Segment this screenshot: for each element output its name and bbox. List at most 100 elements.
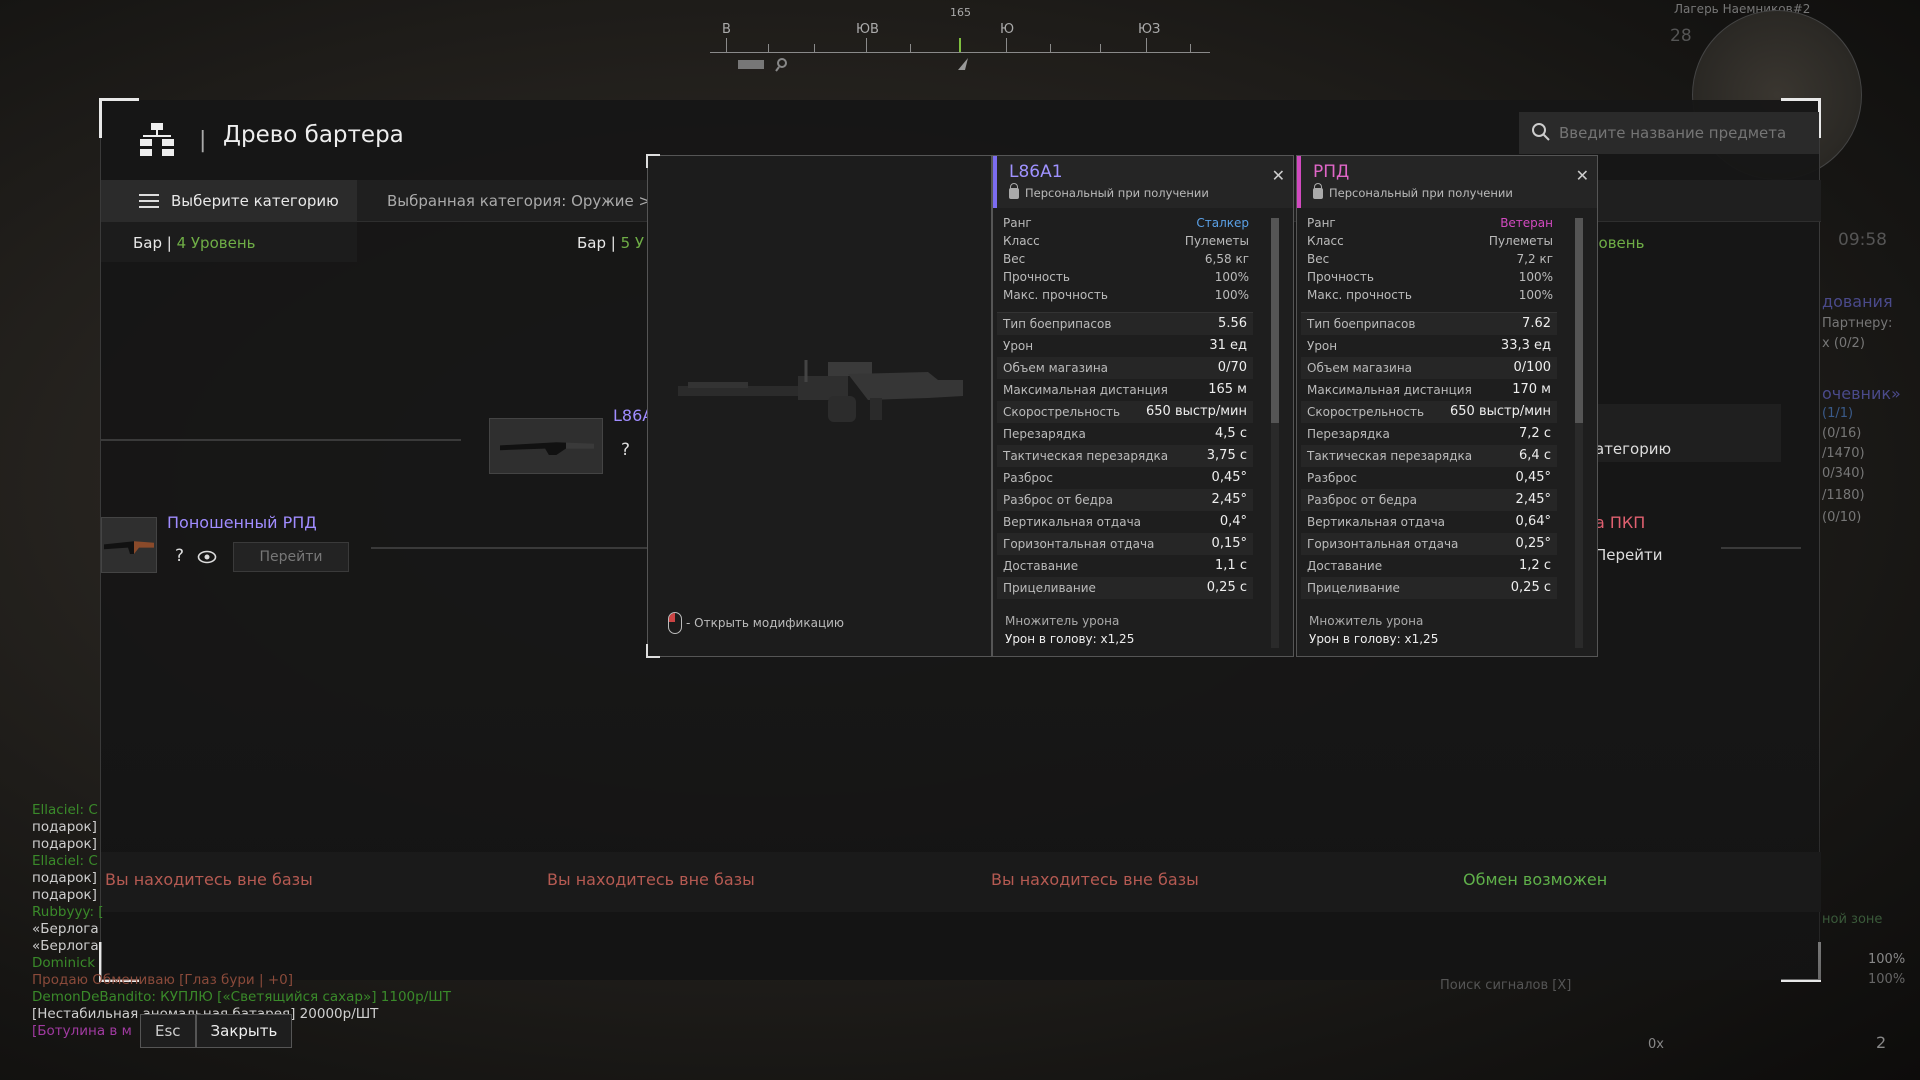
weapon-viewer[interactable]: - Открыть модификацию [646,154,992,658]
stat-row: Урон 33,3 ед [1307,338,1551,353]
status-exchange-available: Обмен возможен [1463,870,1608,889]
personal-label: Персональный при получении [1313,182,1513,200]
tree-connector [1721,547,1801,549]
stat-row: Скорострельность 650 выстр/мин [1301,401,1557,423]
status-outside-base: Вы находитесь вне базы [991,870,1199,889]
stat-row: Прочность 100% [1003,270,1249,284]
close-button[interactable]: Закрыть [195,1014,293,1048]
chat-line: подарок] [32,887,97,903]
compass-label-e: В [722,22,731,37]
question-icon[interactable]: ? [621,440,630,460]
close-icon[interactable]: ✕ [1272,166,1285,185]
rpd-node-name[interactable]: Поношенный РПД [167,513,317,532]
personal-text: Персональный при получении [1025,186,1209,200]
question-icon[interactable]: ? [175,546,184,566]
stat-row: Доставание 1,2 с [1307,558,1551,573]
stat-row: Тактическая перезарядка 3,75 с [997,445,1253,467]
chat-line: Ellaciel: C [32,853,98,869]
search-input[interactable] [1559,112,1809,154]
damage-multiplier: Множитель урона Урон в голову: x1,25 [1005,614,1134,646]
damage-multiplier: Множитель урона Урон в голову: x1,25 [1309,614,1438,646]
chat-line: Rubbyyy: [ [32,904,104,920]
chat-line: подарок] [32,836,97,852]
close-icon[interactable]: ✕ [1576,166,1589,185]
stat-row: Перезарядка 7,2 с [1307,426,1551,441]
stat-row: Горизонтальная отдача 0,25° [1301,533,1557,555]
menu-icon [139,194,159,208]
stat-row: Тактическая перезарядка 6,4 с [1301,445,1557,467]
quest-fragment: 0/340) [1822,466,1865,481]
quest-fragment: (0/10) [1822,510,1862,525]
compass-label-se: ЮВ [856,22,879,37]
compass-tick [768,44,769,52]
hud-counter: 28 [1670,26,1692,46]
compass-tick [910,44,911,52]
ammo-count: 2 [1876,1033,1887,1052]
weapon-stats: Тип боеприпасов 5.56 Урон 31 ед Объем мага… [997,312,1253,599]
title-separator: | [199,128,207,153]
stat-row: Вес 7,2 кг [1307,252,1553,266]
stat-row: Разброс от бедра 2,45° [997,489,1253,511]
card-header: L86A1 Персональный при получении ✕ [993,156,1293,208]
right-category-button[interactable]: атегорию [1595,440,1671,458]
select-category-button[interactable]: Выберите категорию [101,180,357,222]
select-category-label: Выберите категорию [171,192,339,210]
scrollbar-thumb[interactable] [1271,218,1279,423]
compass-marker [959,38,961,52]
item-card-rpd[interactable]: РПД Персональный при получении ✕ Ранг Вет… [1296,155,1598,657]
chat-line: подарок] [32,819,97,835]
level-prefix: Бар [577,234,607,252]
scrollbar[interactable] [1271,218,1279,648]
hud-zero: 0x [1648,1037,1664,1052]
lock-icon [1313,182,1323,199]
level-number: 5 У [620,234,645,252]
level-number: 4 Уровень [176,234,256,252]
go-button[interactable]: Перейти [233,542,349,572]
search-box[interactable] [1519,112,1819,154]
level-header-4: Бар | 4 Уровень [133,234,256,252]
stat-row: Разброс 0,45° [1307,470,1551,485]
card-corner [1585,644,1597,656]
close-hint[interactable]: Esc Закрыть [140,1013,293,1049]
machine-gun-thumbnail [500,442,594,455]
hint-text: - Открыть модификацию [686,616,845,630]
eye-icon[interactable] [197,550,217,564]
stat-row: Макс. прочность 100% [1003,288,1249,302]
tree-connector [101,439,461,441]
signal-search-hint: Поиск сигналов [X] [1440,978,1572,993]
quest-fragment: Партнеру: [1822,316,1893,331]
quest-fragment: (0/16) [1822,426,1862,441]
chat-line: Dominick [32,955,96,971]
machine-gun-thumbnail [104,541,154,554]
chat-line: «Берлога [32,921,99,937]
l86-node-image[interactable] [489,418,603,474]
item-name: РПД [1313,162,1350,182]
level-prefix: Бар [133,234,163,252]
quest-fragment: дования [1822,292,1893,311]
pkp-node-name[interactable]: а ПКП [1595,513,1645,532]
stat-row: Объем магазина 0/70 [997,357,1253,379]
search-icon [1532,123,1550,141]
item-name: L86A1 [1009,162,1063,182]
stat-row: Максимальная дистанция 165 м [1003,382,1247,397]
stat-row: Тип боеприпасов 7.62 [1301,313,1557,335]
stat-row: Разброс от бедра 2,45° [1301,489,1557,511]
item-card-l86a1[interactable]: L86A1 Персональный при получении ✕ Ранг С… [992,155,1294,657]
chat-line: Продаю Обмениваю [Глаз бури | +0] [32,972,293,988]
esc-key[interactable]: Esc [140,1014,196,1048]
chat-line: «Берлога [32,938,99,954]
compass: 165 В ЮВ Ю ЮЗ [710,0,1210,80]
scrollbar[interactable] [1575,218,1583,648]
basic-stats: Ранг Сталкер Класс Пулеметы Вес 6,58 кг Про… [1001,214,1251,304]
rpd-node-image[interactable] [101,517,157,573]
compass-tick [726,38,727,52]
weapon-stats: Тип боеприпасов 7.62 Урон 33,3 ед Объем ма… [1301,312,1557,599]
multiplier-title: Множитель урона [1309,614,1424,628]
scrollbar-thumb[interactable] [1575,218,1583,423]
stat-row: Вес 6,58 кг [1003,252,1249,266]
stat-row: Вертикальная отдача 0,4° [1003,514,1247,529]
compass-line [710,52,1210,53]
right-go-button[interactable]: Перейти [1595,546,1663,564]
stat-row: Ранг Ветеран [1307,216,1553,230]
open-modification-hint: - Открыть модификацию [668,612,844,634]
